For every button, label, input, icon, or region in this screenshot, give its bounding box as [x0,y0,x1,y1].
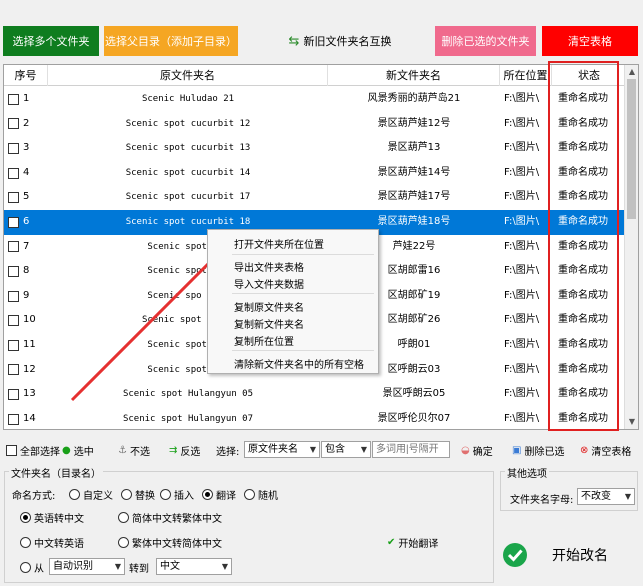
from-language-value: 自动识别 [53,561,93,572]
radio-icon [69,489,80,500]
chevron-down-icon: ▼ [360,445,367,454]
from-label: 从 [34,564,44,575]
zh-to-en-label: 中文转英语 [34,539,84,550]
radio-icon [160,489,171,500]
clear-x-icon: ⊗ [580,445,589,456]
mode-label: 命名方式: [12,491,56,502]
clear-table-small-label: 清空表格 [591,447,632,458]
check-circle-icon [503,543,527,567]
mode-translate-radio[interactable]: 翻译 [202,487,236,502]
field-select-value: 原文件夹名 [248,444,298,455]
radio-icon [20,562,31,573]
menu-copy-new-name[interactable]: 复制新文件夹名 [234,316,304,331]
menu-separator [232,293,374,294]
menu-separator [232,350,374,351]
chevron-down-icon: ▼ [624,492,631,501]
invert-button[interactable]: ⇉ 反选 [169,443,200,458]
case-select[interactable]: 不改变 ▼ [577,488,635,505]
en-to-zh-label: 英语转中文 [34,514,84,525]
to-label: 转到 [129,564,149,575]
mode-random-label: 随机 [258,491,278,502]
mode-replace-label: 替换 [135,491,155,502]
t-to-s-radio[interactable]: 繁体中文转简体中文 [118,535,222,550]
green-dot-icon: ● [62,445,71,456]
confirm-button[interactable]: ◒ 确定 [461,443,493,458]
operator-select-value: 包含 [325,444,345,455]
rename-group-title: 文件夹名（目录名） [9,465,103,480]
start-translate-label: 开始翻译 [398,539,439,550]
chevron-down-icon: ▼ [221,562,228,571]
menu-import-data[interactable]: 导入文件夹数据 [234,276,304,291]
delete-icon: ▣ [512,445,522,456]
confirm-label: 确定 [472,447,493,458]
confirm-icon: ◒ [461,445,470,456]
select-all-label: 全部选择 [20,447,60,458]
t-to-s-label: 繁体中文转简体中文 [132,539,222,550]
menu-copy-old-name[interactable]: 复制原文件夹名 [234,299,304,314]
menu-separator [232,254,374,255]
anchor-icon: ⚓ [118,445,127,456]
from-radio[interactable]: 从 [20,560,44,575]
field-select[interactable]: 原文件夹名 ▼ [244,441,320,458]
s-to-t-radio[interactable]: 简体中文转繁体中文 [118,510,222,525]
from-language-select[interactable]: 自动识别 ▼ [49,558,125,575]
mode-custom-radio[interactable]: 自定义 [69,487,113,502]
operator-select[interactable]: 包含 ▼ [321,441,371,458]
menu-export-table[interactable]: 导出文件夹表格 [234,259,304,274]
menu-clear-spaces[interactable]: 清除新文件夹名中的所有空格 [234,356,364,371]
mode-translate-label: 翻译 [216,491,236,502]
uncheck-label: 不选 [129,447,150,458]
chevron-down-icon: ▼ [309,445,316,454]
invert-icon: ⇉ [169,445,178,456]
chevron-down-icon: ▼ [114,562,121,571]
en-to-zh-radio[interactable]: 英语转中文 [20,510,84,525]
invert-label: 反选 [180,447,201,458]
start-rename-label: 开始改名 [552,548,608,564]
clear-table-small-button[interactable]: ⊗ 清空表格 [580,443,631,458]
s-to-t-label: 简体中文转繁体中文 [132,514,222,525]
case-select-value: 不改变 [581,491,611,502]
other-options-title: 其他选项 [505,465,549,480]
menu-copy-location[interactable]: 复制所在位置 [234,333,294,348]
context-menu: 打开文件夹所在位置 导出文件夹表格 导入文件夹数据 复制原文件夹名 复制新文件夹… [207,229,379,374]
zh-to-en-radio[interactable]: 中文转英语 [20,535,84,550]
menu-open-location[interactable]: 打开文件夹所在位置 [234,236,324,251]
check-button[interactable]: ● 选中 [62,443,94,458]
delete-checked-label: 删除已选 [524,447,565,458]
search-input[interactable] [372,441,450,458]
case-label: 文件夹名字母: [510,495,574,506]
start-rename-button[interactable]: 开始改名 [500,530,638,580]
check-circle-icon: ✔ [387,537,396,548]
checkbox-icon [6,445,17,456]
start-translate-button[interactable]: ✔ 开始翻译 [387,535,438,550]
mode-insert-label: 插入 [174,491,194,502]
radio-icon [118,512,129,523]
radio-selected-icon [202,489,213,500]
to-language-value: 中文 [160,561,180,572]
radio-icon [121,489,132,500]
check-label: 选中 [73,447,94,458]
uncheck-button[interactable]: ⚓ 不选 [118,443,150,458]
select-label: 选择: [216,447,240,458]
radio-icon [118,537,129,548]
select-all-checkbox[interactable]: 全部选择 [6,443,60,458]
mode-custom-label: 自定义 [83,491,113,502]
mode-insert-radio[interactable]: 插入 [160,487,194,502]
mode-replace-radio[interactable]: 替换 [121,487,155,502]
radio-icon [244,489,255,500]
mode-random-radio[interactable]: 随机 [244,487,278,502]
to-language-select[interactable]: 中文 ▼ [156,558,232,575]
radio-icon [20,537,31,548]
delete-checked-button[interactable]: ▣ 删除已选 [512,443,564,458]
radio-selected-icon [20,512,31,523]
